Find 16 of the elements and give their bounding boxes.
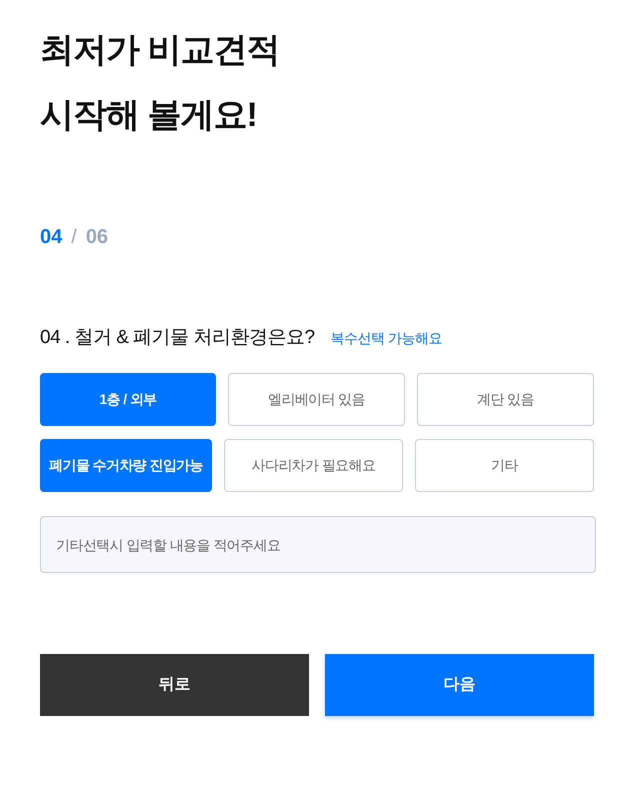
option-button[interactable]: 폐기물 수거차량 진입가능 bbox=[40, 439, 212, 492]
page-title: 최저가 비교견적 bbox=[40, 30, 280, 71]
question-hint: 복수선택 가능해요 bbox=[330, 328, 442, 348]
option-button[interactable]: 1층 / 외부 bbox=[40, 373, 216, 426]
option-button[interactable]: 사다리차가 필요해요 bbox=[224, 439, 403, 492]
page-title: 시작해 볼게요! bbox=[40, 95, 257, 136]
next-button[interactable]: 다음 bbox=[325, 654, 594, 716]
option-button[interactable]: 엘리베이터 있음 bbox=[228, 373, 405, 426]
back-button[interactable]: 뒤로 bbox=[40, 654, 309, 716]
step-separator: / bbox=[71, 225, 77, 250]
question-text: 04 . 철거 & 폐기물 처리환경은요? bbox=[40, 326, 315, 350]
total-steps: 06 bbox=[86, 222, 108, 252]
option-button[interactable]: 기타 bbox=[415, 439, 594, 492]
current-step: 04 bbox=[40, 222, 62, 252]
other-input-field[interactable]: 기타선택시 입력할 내용을 적어주세요 bbox=[40, 516, 596, 573]
option-button[interactable]: 계단 있음 bbox=[417, 373, 594, 426]
